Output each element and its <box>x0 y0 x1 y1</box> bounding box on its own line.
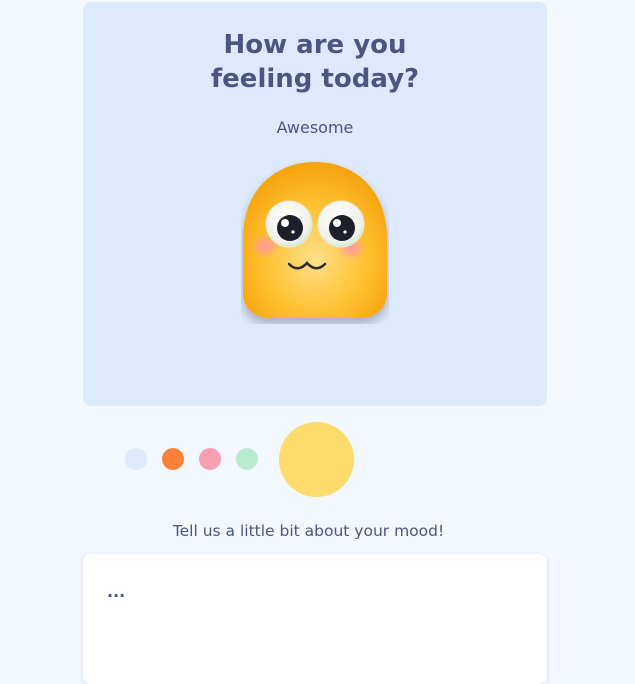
mood-option-5-selected[interactable] <box>279 422 354 497</box>
mood-option-2[interactable] <box>162 448 184 470</box>
mood-description-prompt: Tell us a little bit about your mood! <box>172 522 445 540</box>
page-title-line-2: feeling today? <box>210 64 420 94</box>
mood-selector <box>0 420 635 500</box>
happy-blob-emoji-icon <box>241 160 389 324</box>
mood-option-3[interactable] <box>199 448 221 470</box>
page-title-line-1: How are you <box>223 30 407 60</box>
mood-option-1[interactable] <box>125 448 147 470</box>
mood-hero-card: How are you feeling today? Awesome <box>83 2 547 406</box>
current-mood-label: Awesome <box>276 118 354 137</box>
mood-description-input[interactable] <box>83 554 547 684</box>
page-title: How are you feeling today? <box>83 28 547 96</box>
mood-option-4[interactable] <box>236 448 258 470</box>
